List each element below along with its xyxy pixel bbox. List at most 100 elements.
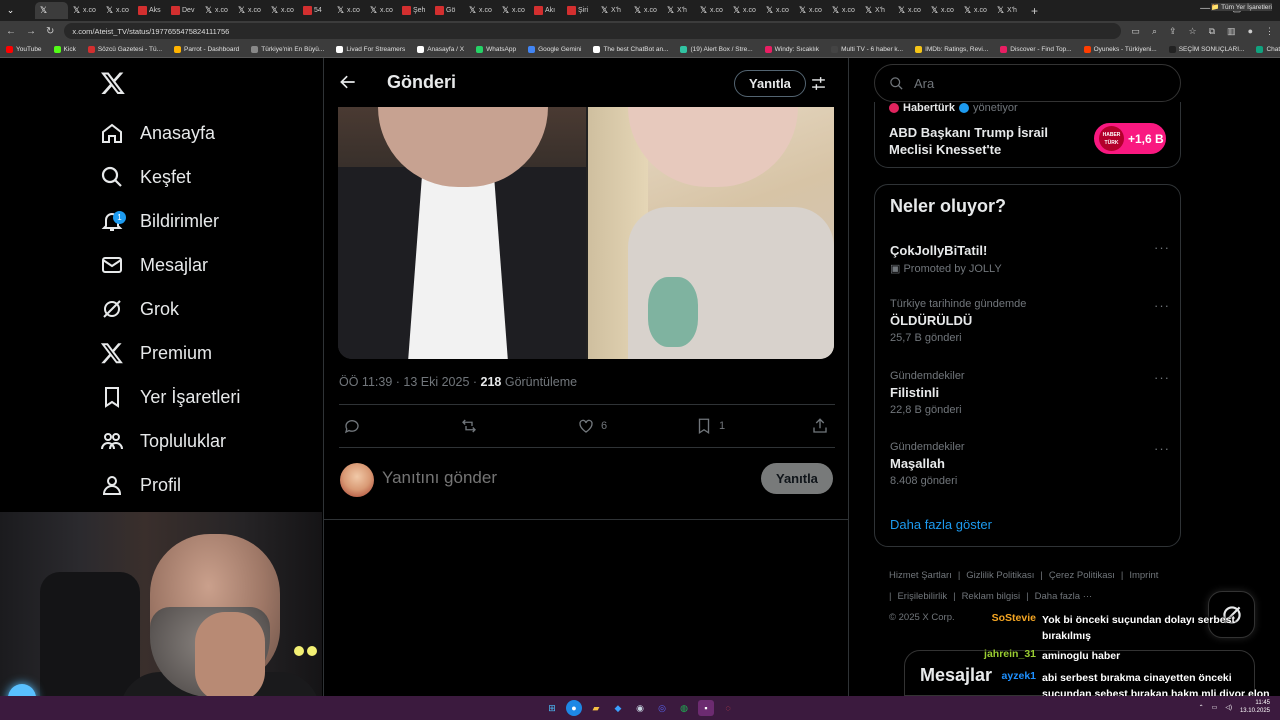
browser-tab[interactable]: 𝕏x.co bbox=[101, 2, 134, 19]
browser-tab[interactable]: 𝕏 X'h bbox=[662, 2, 695, 19]
chrome-icon[interactable]: ● bbox=[566, 700, 582, 716]
browser-tab[interactable]: 𝕏x.co bbox=[365, 2, 398, 19]
spotify-icon[interactable]: ◍ bbox=[676, 700, 692, 716]
browser-tab[interactable]: 𝕏x.co bbox=[959, 2, 992, 19]
menu-icon[interactable]: ⋮ bbox=[1265, 26, 1274, 37]
browser-tab[interactable]: 𝕏x.co bbox=[926, 2, 959, 19]
bookmark-item[interactable]: Parrot - Dashboard bbox=[174, 45, 239, 53]
bookmark-item[interactable]: Türkiye'nin En Büyü... bbox=[251, 45, 324, 53]
volume-icon[interactable]: ◁) bbox=[1225, 704, 1232, 711]
reply-header-button[interactable]: Yanıtla bbox=[734, 70, 806, 97]
star-icon[interactable]: ☆ bbox=[1189, 26, 1197, 37]
browser-tab[interactable]: 𝕏x.co bbox=[266, 2, 299, 19]
browser-tab[interactable]: ⌄ bbox=[2, 2, 35, 19]
discord-icon[interactable]: ◎ bbox=[654, 700, 670, 716]
clock[interactable]: 11:45 13.10.2025 bbox=[1240, 699, 1270, 715]
windows-start-icon[interactable]: ⊞ bbox=[544, 700, 560, 716]
browser-tab[interactable]: 𝕏x.co bbox=[200, 2, 233, 19]
bookmark-action[interactable]: 1 bbox=[695, 417, 725, 435]
app-icon[interactable]: ◆ bbox=[610, 700, 626, 716]
bookmark-item[interactable]: IMDb: Ratings, Revi... bbox=[915, 45, 988, 53]
nav-item-x[interactable]: Premium bbox=[100, 338, 212, 368]
folder-icon[interactable]: ▰ bbox=[588, 700, 604, 716]
reload-icon[interactable]: ↻ bbox=[46, 26, 54, 37]
footer-link[interactable]: Reklam bilgisi bbox=[962, 591, 1021, 602]
bookmark-item[interactable]: Windy: Sıcaklık bbox=[764, 45, 819, 53]
footer-link[interactable]: Gizlilik Politikası bbox=[966, 570, 1034, 581]
browser-tab[interactable]: 𝕏x.co bbox=[464, 2, 497, 19]
bookmark-item[interactable]: Google Gemini bbox=[528, 45, 581, 53]
browser-tab[interactable]: 54 bbox=[299, 2, 332, 19]
browser-tab[interactable]: Aks bbox=[134, 2, 167, 19]
media-image-left[interactable] bbox=[338, 107, 586, 359]
show-more-link[interactable]: Daha fazla göster bbox=[890, 517, 992, 532]
bookmark-item[interactable]: Anasayfa / X bbox=[417, 45, 464, 53]
browser-tab[interactable]: 𝕏x.co bbox=[497, 2, 530, 19]
news-headline[interactable]: ABD Başkanı Trump İsrail Meclisi Knesset… bbox=[889, 124, 1079, 158]
more-options-icon[interactable]: ··· bbox=[1154, 298, 1170, 313]
all-bookmarks-button[interactable]: 📁 Tüm Yer İşaretleri bbox=[1211, 3, 1272, 11]
nav-item-grok[interactable]: Grok bbox=[100, 294, 179, 324]
nav-item-search[interactable]: Keşfet bbox=[100, 162, 191, 192]
bookmark-item[interactable]: Livad For Streamers bbox=[336, 45, 405, 53]
next-app-icon[interactable]: ▪ bbox=[698, 700, 714, 716]
nav-item-person[interactable]: Profil bbox=[100, 470, 181, 500]
browser-tab[interactable]: 𝕏 X'h bbox=[860, 2, 893, 19]
browser-tab[interactable]: Gö bbox=[431, 2, 464, 19]
post-media[interactable] bbox=[338, 107, 834, 359]
like-action[interactable]: 6 bbox=[577, 417, 607, 435]
bookmark-item[interactable]: Multi TV - 6 haber k... bbox=[831, 45, 903, 53]
url-field[interactable]: x.com/Ateist_TV/status/19776554758241117… bbox=[64, 23, 1122, 39]
tray-chevron-icon[interactable]: ⌃ bbox=[1199, 704, 1204, 711]
media-image-right[interactable] bbox=[588, 107, 834, 359]
share-icon[interactable]: ⇪ bbox=[1169, 26, 1177, 37]
bookmark-item[interactable]: ChatGPT bbox=[1256, 45, 1280, 53]
bookmark-item[interactable]: Kick bbox=[53, 45, 76, 53]
more-options-icon[interactable]: ··· bbox=[1154, 441, 1170, 456]
bookmark-item[interactable]: Oyuneks - Türkiyeni... bbox=[1083, 45, 1157, 53]
news-card[interactable]: Habertürk yönetiyor ABD Başkanı Trump İs… bbox=[874, 102, 1181, 168]
news-count-pill[interactable]: HABER TÜRK +1,6 B bbox=[1094, 123, 1166, 154]
bookmark-item[interactable]: Discover - Find Top... bbox=[1000, 45, 1072, 53]
trend-item[interactable]: Türkiye tarihinde gündemde ÖLDÜRÜLDÜ 25,7 … bbox=[890, 298, 1170, 344]
browser-tab[interactable]: Dev bbox=[167, 2, 200, 19]
browser-tab[interactable]: 𝕏x.co bbox=[827, 2, 860, 19]
minimize-icon[interactable]: — bbox=[1200, 3, 1210, 14]
more-options-icon[interactable]: ··· bbox=[1154, 370, 1170, 385]
avatar[interactable] bbox=[340, 463, 374, 497]
steam-icon[interactable]: ◉ bbox=[632, 700, 648, 716]
sliders-icon[interactable] bbox=[810, 75, 827, 92]
browser-tab[interactable]: 𝕏 X'h bbox=[596, 2, 629, 19]
browser-tab[interactable]: 𝕏x.co bbox=[728, 2, 761, 19]
nav-item-home[interactable]: Anasayfa bbox=[100, 118, 215, 148]
back-icon[interactable]: ← bbox=[6, 26, 16, 37]
extensions-icon[interactable]: ⧉ bbox=[1209, 26, 1215, 37]
browser-tab[interactable]: 𝕏x.co bbox=[761, 2, 794, 19]
cast-icon[interactable]: ▭ bbox=[1131, 26, 1140, 37]
repost-action[interactable] bbox=[460, 417, 478, 435]
browser-tab[interactable]: 𝕏x.co bbox=[68, 2, 101, 19]
browser-tab[interactable]: 𝕏 X'h bbox=[992, 2, 1025, 19]
browser-tab[interactable]: Akı bbox=[530, 2, 563, 19]
recorder-icon[interactable]: ◌ bbox=[720, 700, 736, 716]
back-arrow-icon[interactable] bbox=[338, 72, 358, 92]
nav-item-bookmark[interactable]: Yer İşaretleri bbox=[100, 382, 240, 412]
bookmark-item[interactable]: WhatsApp bbox=[476, 45, 516, 53]
bookmark-item[interactable]: YouTube bbox=[6, 45, 42, 53]
browser-tab[interactable]: 𝕏x.co bbox=[794, 2, 827, 19]
browser-tab[interactable]: Şeh bbox=[398, 2, 431, 19]
profile-icon[interactable]: ● bbox=[1248, 26, 1253, 37]
browser-tab[interactable]: 𝕏x.co bbox=[695, 2, 728, 19]
nav-item-mail[interactable]: Mesajlar bbox=[100, 250, 208, 280]
browser-tab[interactable]: Şiri bbox=[563, 2, 596, 19]
trend-item[interactable]: Gündemdekiler Filistinli 22,8 B gönderi ··· bbox=[890, 370, 1170, 416]
post-time[interactable]: ÖÖ 11:39 · 13 Eki 2025 · bbox=[339, 375, 481, 389]
x-logo-icon[interactable] bbox=[100, 70, 126, 96]
network-icon[interactable]: ▭ bbox=[1212, 704, 1218, 711]
reply-submit-button[interactable]: Yanıtla bbox=[761, 463, 833, 494]
bookmark-item[interactable]: (19) Alert Box / Stre... bbox=[680, 45, 753, 53]
bookmark-item[interactable]: The best ChatBot an... bbox=[593, 45, 668, 53]
footer-link[interactable]: Imprint bbox=[1129, 570, 1158, 581]
more-options-icon[interactable]: ··· bbox=[1154, 240, 1170, 255]
browser-tab[interactable]: 𝕏x.co bbox=[233, 2, 266, 19]
